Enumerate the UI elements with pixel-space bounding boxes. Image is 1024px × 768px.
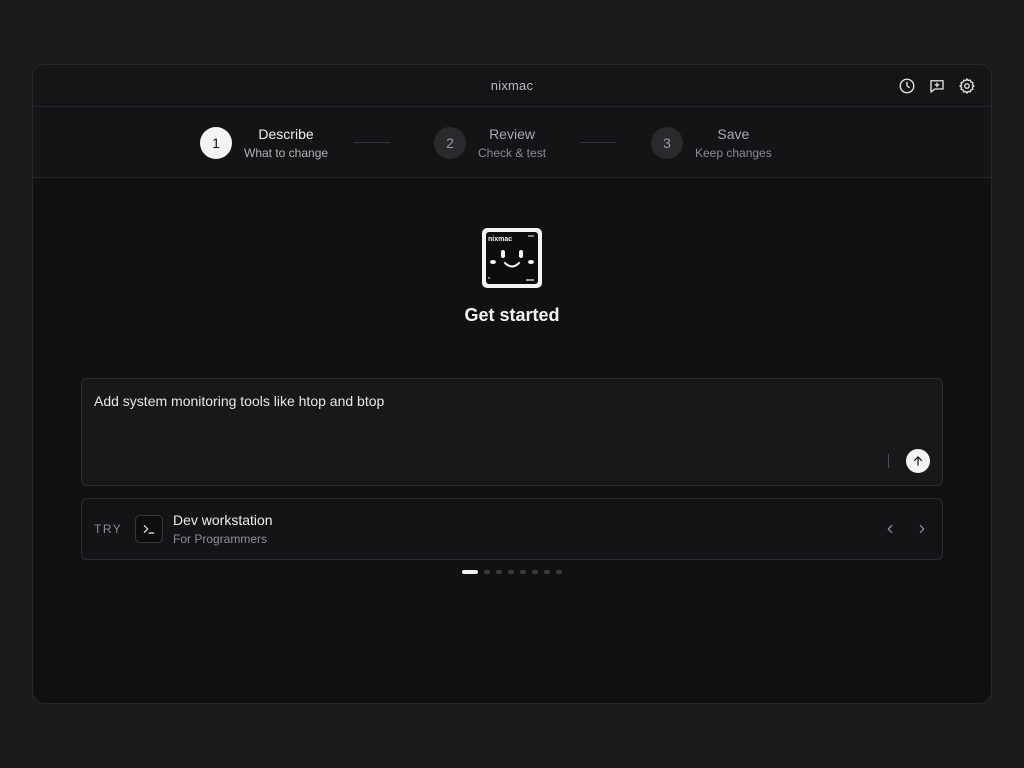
- step-review[interactable]: 2 Review Check & test: [434, 125, 546, 161]
- step-describe[interactable]: 1 Describe What to change: [200, 125, 328, 161]
- pagination-dot[interactable]: [520, 570, 526, 574]
- main-content: nixmac Get started Add system monitoring…: [33, 178, 991, 703]
- step-label: Review: [489, 126, 535, 142]
- chevron-left-icon: [887, 524, 893, 534]
- step-number: 3: [651, 127, 683, 159]
- title-bar: nixmac: [33, 65, 991, 107]
- step-label: Save: [717, 126, 750, 142]
- step-subtitle: Check & test: [478, 146, 547, 160]
- pagination-dots: [33, 570, 991, 574]
- stepper: 1 Describe What to change 2 Review Check…: [33, 107, 991, 178]
- pagination-dot[interactable]: [556, 570, 562, 574]
- previous-suggestion-button[interactable]: [879, 518, 901, 540]
- suggestion-subtitle: For Programmers: [173, 532, 268, 546]
- app-window: nixmac 1 Describe What to change 2 Revie…: [32, 64, 992, 704]
- suggestion-title: Dev workstation: [173, 512, 273, 528]
- pagination-dot[interactable]: [462, 570, 478, 574]
- suggestion-card[interactable]: TRY Dev workstation For Programmers: [81, 498, 943, 560]
- window-title: nixmac: [490, 78, 534, 93]
- chevron-right-icon: [919, 524, 925, 534]
- settings-button[interactable]: [957, 76, 977, 96]
- pagination-dot[interactable]: [508, 570, 514, 574]
- feedback-button[interactable]: [927, 76, 947, 96]
- step-subtitle: Keep changes: [695, 146, 772, 160]
- step-number: 1: [200, 127, 232, 159]
- step-connector: [354, 142, 390, 143]
- pagination-dot[interactable]: [544, 570, 550, 574]
- title-actions: [897, 65, 977, 107]
- step-connector: [580, 142, 616, 143]
- history-button[interactable]: [897, 76, 917, 96]
- pagination-dot[interactable]: [532, 570, 538, 574]
- page-heading: Get started: [464, 305, 560, 325]
- history-icon: [899, 78, 915, 94]
- arrow-up-icon: [913, 456, 923, 466]
- nixmac-logo: nixmac: [482, 228, 542, 288]
- prompt-box: Add system monitoring tools like htop an…: [81, 378, 943, 486]
- step-number: 2: [434, 127, 466, 159]
- settings-icon: [959, 78, 975, 94]
- logo-text: nixmac: [488, 236, 512, 243]
- step-label: Describe: [258, 126, 314, 142]
- pagination-dot[interactable]: [496, 570, 502, 574]
- pagination-dot[interactable]: [484, 570, 490, 574]
- try-label: TRY: [94, 522, 123, 536]
- step-save[interactable]: 3 Save Keep changes: [651, 125, 772, 161]
- send-button[interactable]: [906, 449, 930, 473]
- feedback-icon: [930, 80, 944, 93]
- divider: [888, 454, 889, 468]
- step-subtitle: What to change: [244, 146, 329, 160]
- next-suggestion-button[interactable]: [911, 518, 933, 540]
- terminal-icon: [135, 515, 163, 543]
- prompt-input[interactable]: Add system monitoring tools like htop an…: [94, 393, 874, 409]
